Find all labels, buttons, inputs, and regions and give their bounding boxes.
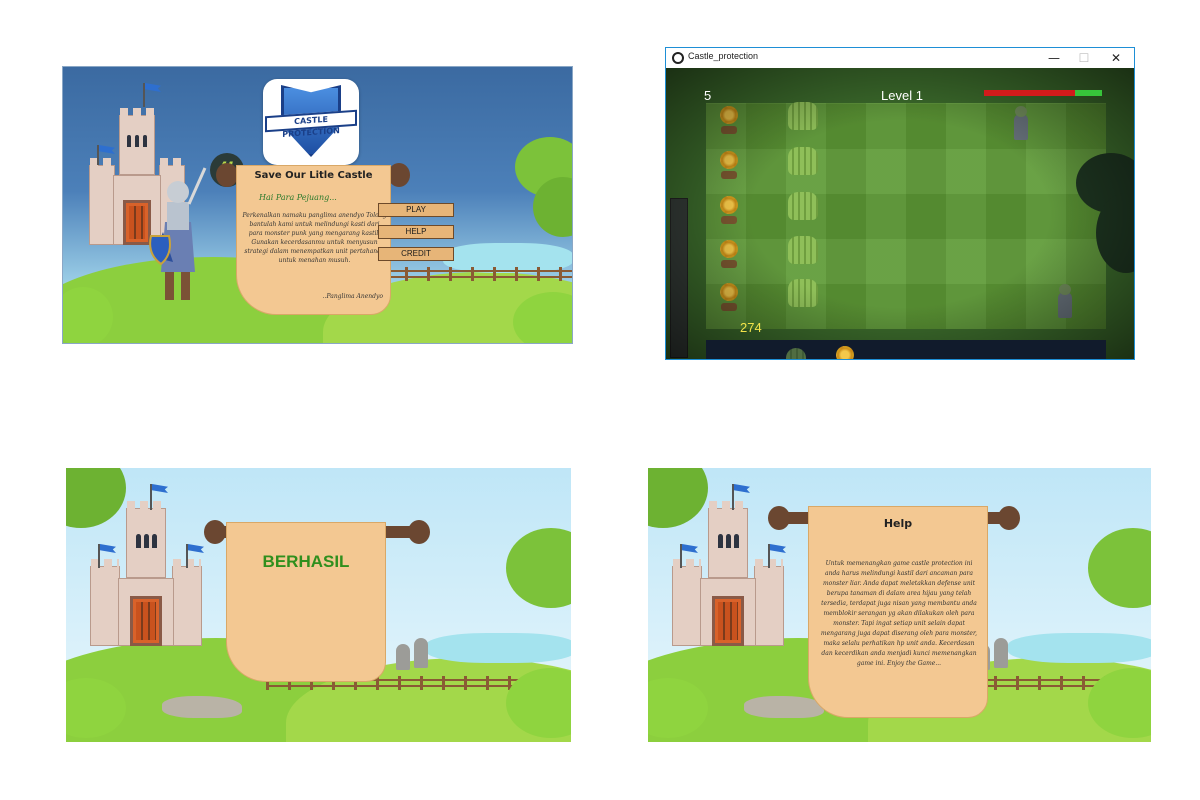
help-text: Untuk memenangkan game castle protection… [820, 560, 978, 667]
castle-window [144, 534, 149, 548]
castle-right-tower [172, 559, 202, 646]
scroll-title: Save Our Litle Castle [254, 170, 373, 181]
castle-health-bar [984, 90, 1102, 96]
castle-gate [712, 596, 744, 646]
play-button[interactable]: PLAY [378, 203, 454, 217]
signature-text: ..Panglima Anendyo [322, 293, 383, 300]
castle-window [127, 135, 131, 147]
castle-flag [768, 544, 770, 568]
parchment [226, 522, 386, 682]
maximize-button[interactable]: ☐ [1070, 49, 1098, 67]
castle-window [152, 534, 157, 548]
castle-flag [732, 484, 734, 510]
rock [162, 696, 242, 718]
unit-dock [706, 340, 1106, 359]
game-logo: CASTLE PROTECTION [263, 79, 359, 165]
help-title: Help [883, 517, 913, 530]
castle-right-tower [754, 559, 784, 646]
parchment: Help Untuk memenangkan game castle prote… [808, 506, 988, 718]
castle [86, 484, 206, 648]
knight-character [149, 167, 207, 300]
win-screen: BERHASIL [66, 468, 571, 742]
castle [668, 484, 788, 648]
castle-window [136, 534, 141, 548]
greeting-text: Hai Para Pejuang... [259, 193, 337, 202]
sunflower-card-icon[interactable] [836, 346, 854, 359]
unity-icon [672, 52, 684, 64]
level-label: Level 1 [881, 88, 923, 103]
castle-window [143, 135, 147, 147]
sun-counter: 274 [740, 320, 762, 335]
main-menu-screen: CASTLE PROTECTION ❝ Save Our Litle Castl… [62, 66, 573, 344]
health-fill [1074, 90, 1102, 96]
logo-text: CASTLE PROTECTION [265, 109, 357, 139]
castle-flag [143, 83, 145, 107]
river [1008, 633, 1151, 663]
castle-window [718, 534, 723, 548]
success-message: BERHASIL [262, 552, 350, 571]
castle-left-tower [89, 158, 115, 245]
help-screen: Help Untuk memenangkan game castle prote… [648, 468, 1151, 742]
castle-window [726, 534, 731, 548]
castle-flag [97, 145, 99, 165]
window-title: Castle_protection [688, 51, 759, 61]
intro-text: Perkenalkan namaku panglima anendyo Tolo… [242, 212, 387, 264]
gameplay-window: Castle_protection — ☐ ✕ 5 Level 1 274 [665, 47, 1135, 360]
castle-flag [98, 544, 100, 568]
rock [744, 696, 824, 718]
close-button[interactable]: ✕ [1102, 49, 1130, 67]
window-titlebar: Castle_protection — ☐ ✕ [666, 48, 1134, 68]
castle-gate [130, 596, 162, 646]
help-button[interactable]: HELP [378, 225, 454, 239]
tombstone [994, 638, 1008, 668]
river [426, 633, 571, 663]
game-field: 5 Level 1 274 [666, 68, 1134, 359]
castle-flag [150, 484, 152, 510]
tombstone [414, 638, 428, 668]
credit-button[interactable]: CREDIT [378, 247, 454, 261]
castle-flag [186, 544, 188, 568]
fence [383, 267, 572, 281]
minimize-button[interactable]: — [1040, 49, 1068, 67]
castle-left-tower [90, 559, 120, 646]
intro-scroll: Save Our Litle Castle Hai Para Pejuang..… [216, 163, 410, 315]
castle-left-tower [672, 559, 702, 646]
castle-window [734, 534, 739, 548]
castle-flag [680, 544, 682, 568]
cactus-card-icon[interactable] [786, 348, 806, 359]
castle-window [135, 135, 139, 147]
vignette-overlay [666, 68, 1134, 359]
tombstone [396, 644, 410, 670]
wave-counter: 5 [704, 88, 712, 103]
